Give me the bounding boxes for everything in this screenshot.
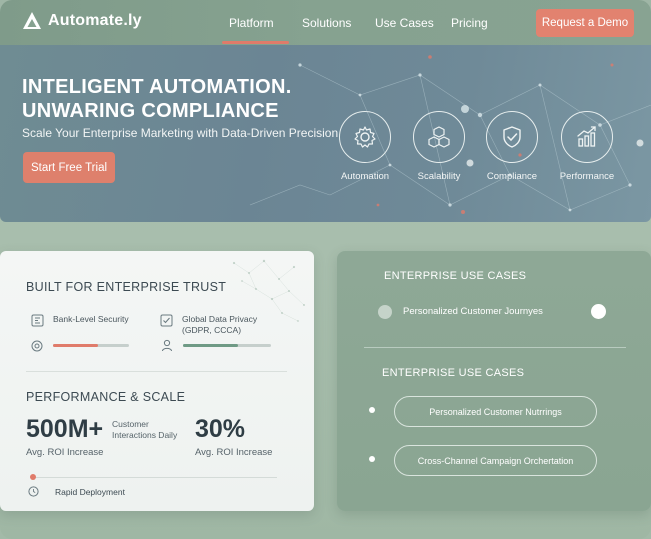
security-progress-bar: [53, 344, 129, 347]
feature-label: Performance: [559, 171, 615, 182]
metric-note-line-1: Customer: [112, 419, 149, 429]
feature-automation: Automation: [325, 111, 405, 182]
feature-scalability: Scalability: [399, 111, 479, 182]
feature-label: Scalability: [417, 171, 461, 182]
hero-subtitle: Scale Your Enterprise Marketing with Dat…: [22, 126, 339, 140]
clock-icon: [28, 486, 39, 497]
metric-note-line-2: Interactions Daily: [112, 430, 178, 440]
hero-title-line-1: INTELIGENT AUTOMATION.: [22, 76, 292, 98]
bar-chart-icon: [577, 126, 596, 147]
privacy-check-icon: [160, 314, 173, 327]
feature-circle: [413, 111, 465, 163]
feature-label: Automation: [340, 171, 390, 182]
feature-circle: [339, 111, 391, 163]
feature-performance: Performance: [547, 111, 627, 182]
nav-item-use-cases[interactable]: Use Cases: [375, 16, 434, 30]
trust-label: Bank-Level Security: [53, 314, 129, 324]
pill-bullet: [369, 456, 375, 462]
security-icon: [31, 314, 44, 327]
trust-label: Global Data Privacy (GDPR, CCCA): [182, 314, 257, 336]
nav-item-solutions[interactable]: Solutions: [302, 16, 351, 30]
user-icon: [162, 339, 172, 352]
hero-title-line-2: UNWARING COMPLIANCE: [22, 100, 279, 122]
metric-interactions-caption: Avg. ROI Increase: [26, 447, 104, 458]
use-case-dot: [378, 305, 392, 319]
timeline-dot: [30, 474, 36, 480]
trust-title: BUILT FOR ENTERPRISE TRUST: [26, 280, 227, 294]
feature-label: Compliance: [486, 171, 538, 182]
use-cases-card: ENTERPRISE USE CASES Personalized Custom…: [337, 251, 651, 511]
trust-item-privacy: Global Data Privacy (GDPR, CCCA): [160, 314, 257, 336]
feature-circle: [486, 111, 538, 163]
nav-item-pricing[interactable]: Pricing: [451, 16, 488, 30]
gear-icon: [354, 126, 376, 148]
pill-bullet: [369, 407, 375, 413]
start-free-trial-button[interactable]: Start Free Trial: [23, 152, 115, 183]
metric-interactions-note: Customer Interactions Daily: [112, 419, 177, 441]
cubes-icon: [428, 126, 450, 148]
use-cases-divider: [364, 347, 626, 348]
metric-roi-value: 30%: [195, 415, 246, 443]
trust-label-line-2: (GDPR, CCCA): [182, 325, 242, 335]
nav-item-platform[interactable]: Platform: [229, 16, 274, 30]
brand-name: Automate.ly: [48, 12, 142, 29]
trust-item-security: Bank-Level Security: [31, 314, 129, 327]
brand[interactable]: Automate.ly: [22, 11, 142, 31]
privacy-progress-fill: [183, 344, 239, 347]
use-case-toggle-dot[interactable]: [591, 304, 606, 319]
use-case-item-journeys[interactable]: Personalized Customer Journyes: [403, 306, 543, 317]
use-cases-title-2: ENTERPRISE USE CASES: [382, 367, 525, 379]
use-cases-title-1: ENTERPRISE USE CASES: [384, 270, 527, 282]
use-case-pill-nurturing[interactable]: Personalized Customer Nutrrings: [394, 396, 597, 427]
performance-title: PERFORMANCE & SCALE: [26, 390, 186, 404]
shield-check-icon: [503, 126, 521, 148]
trust-performance-card: BUILT FOR ENTERPRISE TRUST Bank-Level Se…: [0, 251, 314, 511]
feature-circle: [561, 111, 613, 163]
active-nav-underline: [222, 41, 289, 44]
metric-roi-caption: Avg. ROI Increase: [195, 447, 273, 458]
target-icon: [31, 340, 43, 352]
page-frame: Automate.ly Platform Solutions Use Cases…: [0, 0, 651, 539]
request-demo-button[interactable]: Request a Demo: [536, 9, 634, 37]
top-nav: Automate.ly Platform Solutions Use Cases…: [0, 0, 651, 45]
privacy-progress-bar: [183, 344, 271, 347]
timeline-line: [31, 477, 277, 478]
trust-label-line-1: Global Data Privacy: [182, 314, 258, 324]
feature-compliance: Compliance: [472, 111, 552, 182]
rapid-deployment-label: Rapid Deployment: [55, 487, 125, 497]
hero-banner: INTELIGENT AUTOMATION. UNWARING COMPLIAN…: [0, 45, 651, 222]
security-progress-fill: [53, 344, 98, 347]
metric-interactions-value: 500M+: [26, 415, 104, 443]
section-divider: [26, 371, 287, 372]
hero-title: INTELIGENT AUTOMATION. UNWARING COMPLIAN…: [22, 75, 292, 123]
logo-icon: [23, 12, 41, 29]
use-case-pill-orchestration[interactable]: Cross-Channel Campaign Orchertation: [394, 445, 597, 476]
